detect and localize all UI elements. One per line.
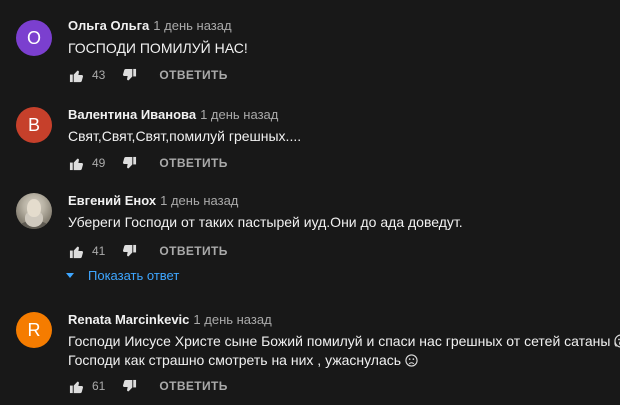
thumbs-down-icon[interactable] [121, 155, 137, 171]
avatar-photo-face [27, 199, 41, 217]
like-count: 61 [92, 379, 106, 393]
show-replies-button[interactable]: Показать ответ [66, 268, 179, 283]
timestamp[interactable]: 1 день назад [200, 107, 278, 122]
comment-text-line: Господи как страшно смотреть на них , уж… [68, 350, 418, 370]
reply-button[interactable]: ОТВЕТИТЬ [159, 68, 227, 82]
comment-header: Валентина Иванова 1 день назад [68, 107, 278, 122]
timestamp[interactable]: 1 день назад [160, 193, 238, 208]
show-replies-label: Показать ответ [88, 268, 180, 283]
reply-button[interactable]: ОТВЕТИТЬ [159, 379, 227, 393]
comment-actions: 43 ОТВЕТИТЬ [68, 65, 228, 85]
thumbs-down-icon[interactable] [121, 243, 137, 259]
reply-button[interactable]: ОТВЕТИТЬ [159, 156, 227, 170]
comment-header: Ольга Ольга 1 день назад [68, 18, 232, 33]
timestamp[interactable]: 1 день назад [193, 312, 271, 327]
comment-text-line: Господи Иисусе Христе сыне Божий помилуй… [68, 331, 620, 351]
comment-actions: 49 ОТВЕТИТЬ [68, 153, 228, 173]
avatar[interactable]: R [16, 312, 52, 348]
caret-down-icon [66, 273, 74, 278]
reply-button[interactable]: ОТВЕТИТЬ [159, 244, 227, 258]
comment-header: Renata Marcinkevic 1 день назад [68, 312, 272, 327]
comment-header: Евгений Енох 1 день назад [68, 193, 238, 208]
thumbs-down-icon[interactable] [121, 67, 137, 83]
comments-section: О Ольга Ольга 1 день назад ГОСПОДИ ПОМИЛУ… [0, 0, 620, 405]
like-count: 41 [92, 244, 106, 258]
thumbs-up-icon[interactable] [68, 67, 84, 83]
author-name[interactable]: Валентина Иванова [68, 107, 196, 122]
comment-actions: 61 ОТВЕТИТЬ [68, 376, 228, 396]
comment-text-line-1: Господи Иисусе Христе сыне Божий помилуй… [68, 333, 611, 349]
author-name[interactable]: Евгений Енох [68, 193, 156, 208]
avatar[interactable] [16, 193, 52, 229]
scream-emoji [614, 333, 620, 349]
avatar[interactable]: В [16, 107, 52, 143]
avatar[interactable]: О [16, 20, 52, 56]
author-name[interactable]: Ольга Ольга [68, 18, 149, 33]
like-count: 49 [92, 156, 106, 170]
comment-text-line-2: Господи как страшно смотреть на них , уж… [68, 352, 402, 368]
sad-face-emoji [405, 352, 418, 368]
like-count: 43 [92, 68, 106, 82]
thumbs-up-icon[interactable] [68, 243, 84, 259]
timestamp[interactable]: 1 день назад [153, 18, 231, 33]
comment-text: Свят,Свят,Свят,помилуй грешных.... [68, 128, 302, 144]
thumbs-down-icon[interactable] [121, 378, 137, 394]
thumbs-up-icon[interactable] [68, 155, 84, 171]
comment-text: Убереги Господи от таких пастырей иуд.Он… [68, 214, 463, 230]
comment-actions: 41 ОТВЕТИТЬ [68, 241, 228, 261]
comment-text: ГОСПОДИ ПОМИЛУЙ НАС! [68, 40, 248, 56]
thumbs-up-icon[interactable] [68, 378, 84, 394]
author-name[interactable]: Renata Marcinkevic [68, 312, 189, 327]
